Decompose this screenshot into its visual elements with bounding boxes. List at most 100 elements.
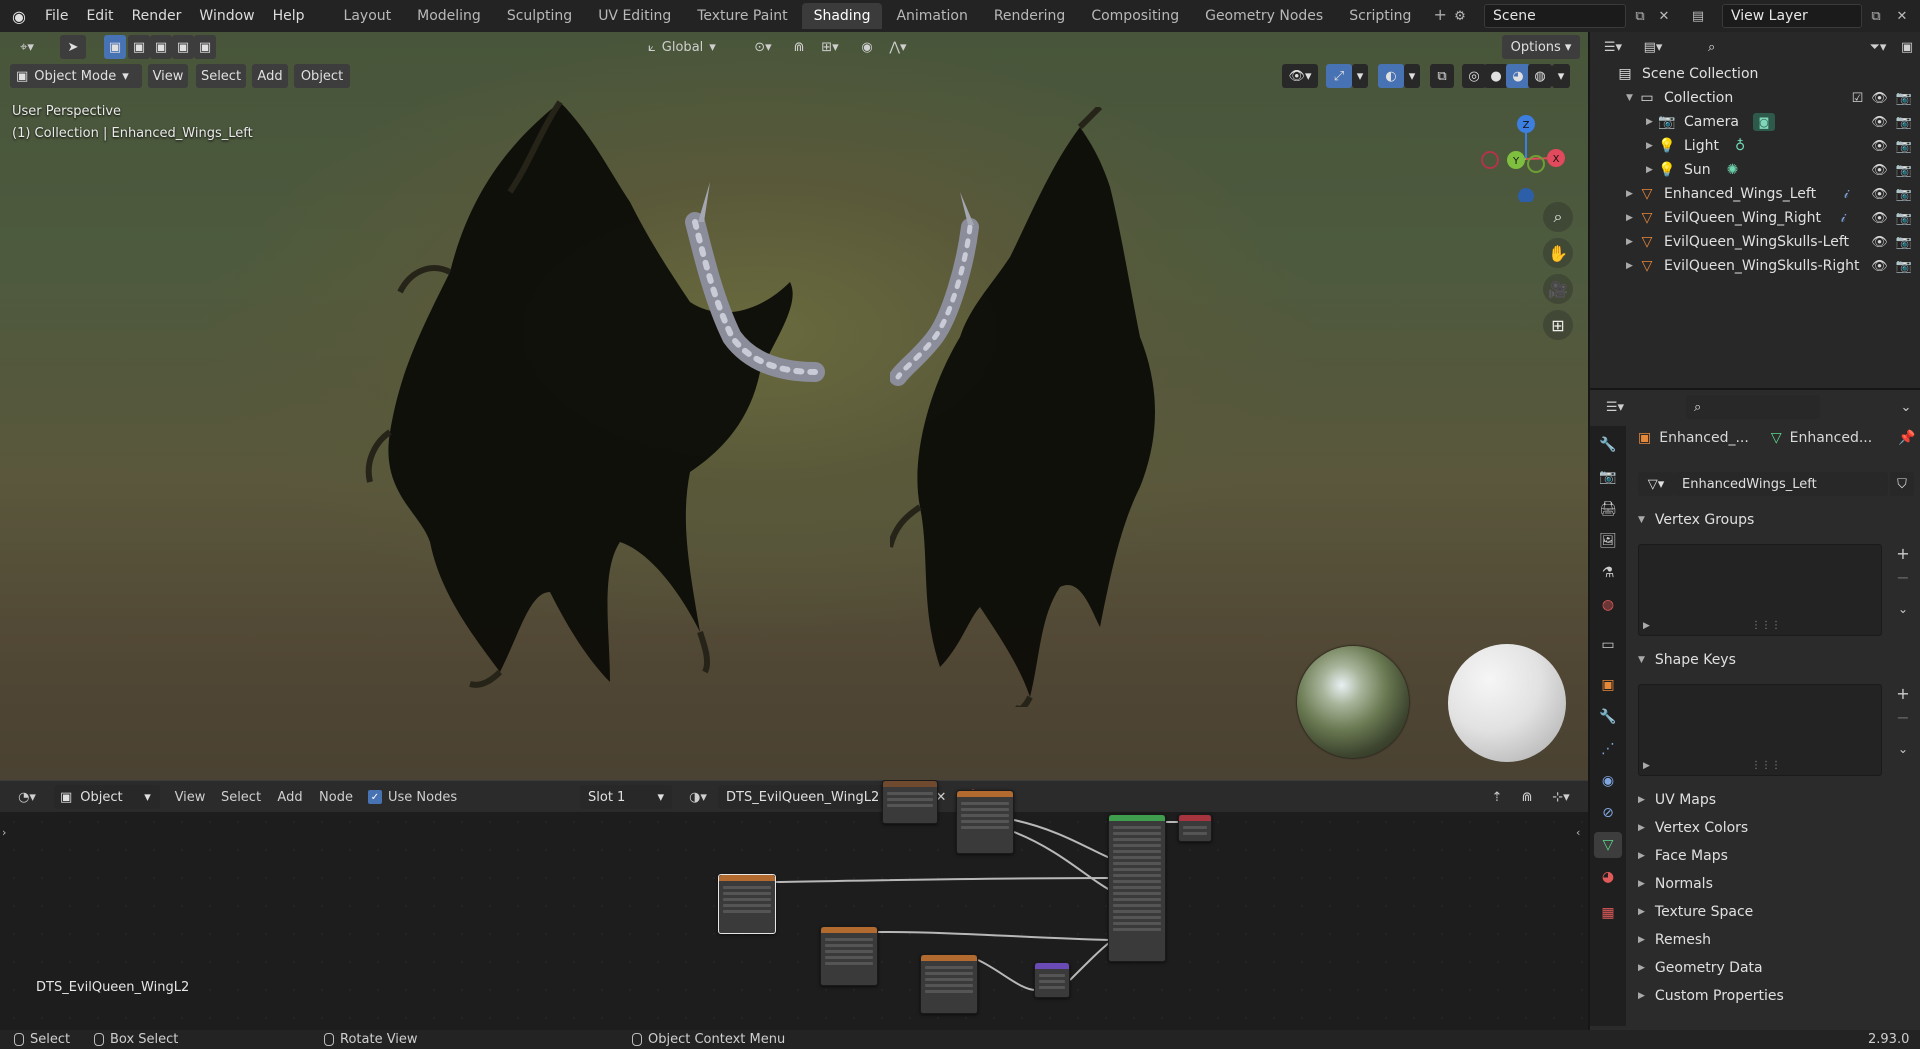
new-scene-icon[interactable]: ⧉ [1628,5,1652,27]
editor-type-icon[interactable]: ⌖▾ [8,35,46,59]
rendered-shading-icon[interactable]: ◍ [1528,64,1552,88]
tab-rendering[interactable]: Rendering [982,3,1078,29]
navigation-gizmo[interactable]: Z Y X [1480,102,1580,202]
xray-toggle-icon[interactable]: ⧉ [1430,64,1454,88]
options-dropdown[interactable]: Options ▾ [1502,35,1580,59]
render-camera-icon[interactable]: 📷 [1896,211,1912,226]
tab-animation[interactable]: Animation [884,3,979,29]
perspective-toggle-icon[interactable]: ⊞ [1543,310,1573,340]
view-layer-tab-icon[interactable]: 🖼 [1594,528,1622,554]
visibility-eye-icon[interactable]: 👁 [1871,211,1888,226]
solid-shading-icon[interactable]: ● [1484,64,1508,88]
menu-help[interactable]: Help [264,4,314,28]
select-extend-icon[interactable]: ▣ [128,35,150,59]
render-camera-icon[interactable]: 📷 [1896,163,1912,178]
visibility-eye-icon[interactable]: 👁 [1871,139,1888,154]
menu-file[interactable]: File [36,4,77,28]
select-invert-icon[interactable]: ▣ [172,35,194,59]
object-data-tab-icon[interactable]: ▽ [1594,832,1622,858]
resize-handle-icon[interactable]: ⋮⋮⋮ [1751,620,1781,631]
tab-geometry-nodes[interactable]: Geometry Nodes [1193,3,1335,29]
visibility-eye-icon[interactable]: 👁 [1871,259,1888,274]
image-texture-node[interactable] [882,780,938,824]
wireframe-shading-icon[interactable]: ◎ [1462,64,1486,88]
outliner-item-collection[interactable]: ▼ ▭ Collection ☑ 👁 📷 [1590,86,1920,110]
add-vertex-group-button[interactable]: + [1892,542,1914,564]
visibility-eye-icon[interactable]: 👁 [1871,163,1888,178]
outliner-item-evilqueen-wing-right[interactable]: ▶ ▽ EvilQueen_Wing_Right 𝒾 👁 📷 [1590,206,1920,230]
pivot-point-icon[interactable]: ⊙▾ [746,35,780,59]
new-view-layer-icon[interactable]: ⧉ [1864,5,1888,27]
menu-window[interactable]: Window [190,4,263,28]
camera-view-icon[interactable]: 🎥 [1543,274,1573,304]
expand-closed-icon[interactable]: ▶ [1626,261,1638,271]
expand-closed-icon[interactable]: ▶ [1643,761,1650,771]
render-camera-icon[interactable]: 📷 [1896,187,1912,202]
shading-dropdown-icon[interactable]: ▾ [1552,64,1570,88]
menu-edit[interactable]: Edit [77,4,122,28]
normal-map-node[interactable] [1034,962,1070,998]
snap-toggle-icon[interactable]: ⋒ [786,35,812,59]
visibility-eye-icon[interactable]: 👁 [1871,187,1888,202]
material-output-node[interactable] [1178,814,1212,842]
visibility-selectability-icon[interactable]: 👁▾ [1282,64,1318,88]
render-camera-icon[interactable]: 📷 [1896,91,1912,106]
add-shape-key-button[interactable]: + [1892,682,1914,704]
mesh-browse-icon[interactable]: ▽▾ [1638,472,1674,496]
texture-space-panel[interactable]: ▶ Texture Space [1638,904,1753,920]
outliner-item-evilqueen-wingskulls-left[interactable]: ▶ ▽ EvilQueen_WingSkulls-Left 👁 📷 [1590,230,1920,254]
tab-uv-editing[interactable]: UV Editing [586,3,683,29]
outliner-item-enhanced-wings-left[interactable]: ▶ ▽ Enhanced_Wings_Left 𝒾 👁 📷 [1590,182,1920,206]
image-texture-node[interactable] [820,926,878,986]
falloff-icon[interactable]: ⋀▾ [880,35,916,59]
render-camera-icon[interactable]: 📷 [1896,235,1912,250]
particles-tab-icon[interactable]: ⋰ [1594,736,1622,762]
view-layer-icon[interactable]: ▤ [1686,5,1710,27]
image-texture-node[interactable] [920,954,978,1014]
resize-handle-icon[interactable]: ⋮⋮⋮ [1751,760,1781,771]
render-camera-icon[interactable]: 📷 [1896,115,1912,130]
principled-bsdf-node[interactable] [1108,814,1166,962]
tool-tab-icon[interactable]: 🔧 [1594,432,1622,458]
scene-icon[interactable]: ⚙ [1448,5,1472,27]
mesh-name-field[interactable]: EnhancedWings_Left [1674,472,1888,496]
remove-vertex-group-button[interactable]: − [1892,566,1914,588]
normals-panel[interactable]: ▶ Normals [1638,876,1713,892]
constraints-tab-icon[interactable]: ⊘ [1594,800,1622,826]
scene-name-field[interactable]: Scene [1484,4,1626,28]
expand-closed-icon[interactable]: ▶ [1626,213,1638,223]
tab-texture-paint[interactable]: Texture Paint [685,3,799,29]
vertex-groups-list[interactable]: ▶ ⋮⋮⋮ [1638,544,1882,636]
outliner-item-camera[interactable]: ▶ 📷 Camera ◙ 👁 📷 [1590,110,1920,134]
exclude-checkbox-icon[interactable]: ☑ [1852,91,1864,106]
tab-layout[interactable]: Layout [332,3,404,29]
expand-closed-icon[interactable]: ▶ [1646,165,1658,175]
new-collection-icon[interactable]: ▣ [1896,35,1918,59]
overlays-dropdown-icon[interactable]: ▾ [1404,64,1420,88]
render-camera-icon[interactable]: 📷 [1896,259,1912,274]
uv-maps-panel[interactable]: ▶ UV Maps [1638,792,1716,808]
shape-keys-panel[interactable]: ▼ Shape Keys [1638,652,1736,668]
transform-orientation-dropdown[interactable]: ⟀ Global ▾ [644,35,740,59]
expand-closed-icon[interactable]: ▶ [1646,141,1658,151]
visibility-eye-icon[interactable]: 👁 [1871,235,1888,250]
tab-modeling[interactable]: Modeling [405,3,493,29]
image-texture-node-selected[interactable] [718,874,776,934]
shader-node-editor[interactable]: ◔▾ ▣ Object ▾ View Select Add Node ✓ Use… [0,780,1588,1030]
face-maps-panel[interactable]: ▶ Face Maps [1638,848,1728,864]
menu-view[interactable]: View [148,64,188,88]
expand-closed-icon[interactable]: ▶ [1646,117,1658,127]
select-subtract-icon[interactable]: ▣ [150,35,172,59]
outliner-item-sun[interactable]: ▶ 💡 Sun ✺ 👁 📷 [1590,158,1920,182]
display-mode-icon[interactable]: ▤▾ [1636,35,1670,59]
custom-properties-panel[interactable]: ▶ Custom Properties [1638,988,1784,1004]
collection-tab-icon[interactable]: ▭ [1594,632,1622,658]
expand-closed-icon[interactable]: ▶ [1626,189,1638,199]
delete-scene-icon[interactable]: ✕ [1652,5,1676,27]
outliner-item-evilqueen-wingskulls-right[interactable]: ▶ ▽ EvilQueen_WingSkulls-Right 👁 📷 [1590,254,1920,278]
snap-target-icon[interactable]: ⊞▾ [814,35,846,59]
3d-viewport[interactable]: ⌖▾ ➤ ▣ ▣ ▣ ▣ ▣ ⟀ Global ▾ ⊙▾ ⋒ ⊞▾ ◉ ⋀▾ O… [0,32,1588,780]
image-texture-node[interactable] [956,790,1014,854]
output-tab-icon[interactable]: 🖨 [1594,496,1622,522]
view-layer-field[interactable]: View Layer [1722,4,1862,28]
